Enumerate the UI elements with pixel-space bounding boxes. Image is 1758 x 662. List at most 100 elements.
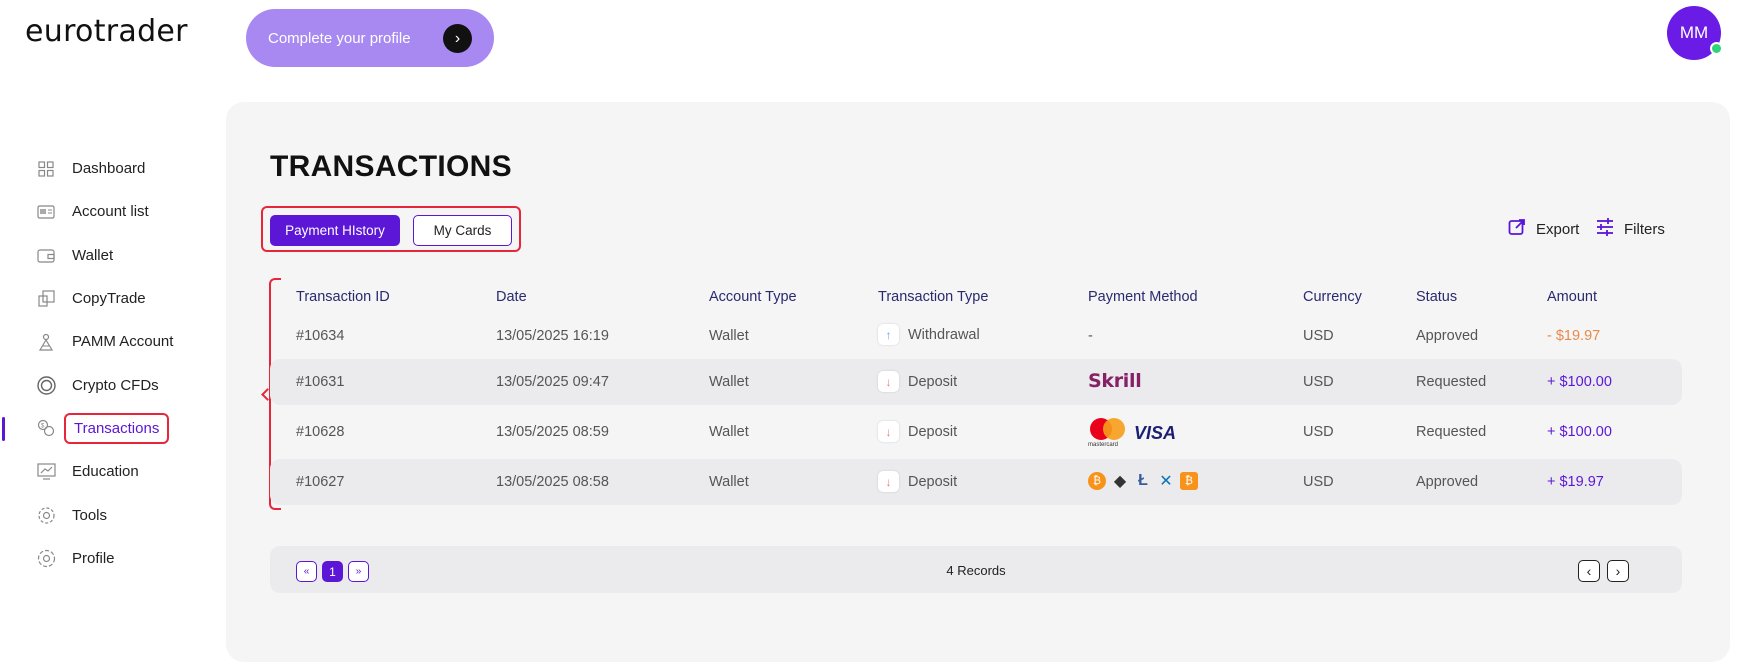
- sidebar-item-label: Education: [72, 463, 139, 481]
- page-title: TRANSACTIONS: [270, 150, 512, 183]
- mastercard-logo: mastercard: [1088, 416, 1128, 450]
- filters-label: Filters: [1624, 221, 1665, 238]
- column-header[interactable]: Amount: [1547, 289, 1597, 305]
- avatar[interactable]: MM: [1667, 6, 1723, 60]
- avatar-initials: MM: [1679, 23, 1709, 42]
- profile-gear-icon: [36, 548, 56, 568]
- cell-amount: + $19.97: [1547, 474, 1604, 490]
- column-header[interactable]: Transaction Type: [878, 289, 988, 305]
- sidebar-item-label: Wallet: [72, 246, 114, 264]
- tab-my-cards[interactable]: My Cards: [413, 215, 512, 246]
- cell-account-type: Wallet: [709, 328, 749, 344]
- cell-transaction-id: #10634: [296, 328, 345, 344]
- bitcoin-icon: ₿: [1088, 472, 1106, 490]
- cell-date: 13/05/2025 16:19: [496, 328, 609, 344]
- arrow-up-icon: ↑: [878, 324, 899, 345]
- prev-page-button[interactable]: ‹: [1578, 560, 1600, 582]
- chevron-right-icon: ›: [443, 24, 472, 53]
- cell-transaction-id: #10627: [296, 474, 345, 490]
- grid-icon: [36, 159, 56, 179]
- filters-icon: [1596, 218, 1614, 241]
- transaction-type-label: Deposit: [908, 473, 958, 490]
- bitcoin-alt-icon: ₿: [1180, 472, 1198, 490]
- sidebar-item-transactions[interactable]: $ Transactions: [0, 407, 210, 450]
- brand-logo[interactable]: eurotrader: [25, 14, 188, 49]
- cell-currency: USD: [1303, 474, 1334, 490]
- cell-currency: USD: [1303, 424, 1334, 440]
- copy-icon: [36, 289, 56, 309]
- pagination-bar: « 1 » 4 Records ‹ ›: [270, 546, 1682, 593]
- records-count: 4 Records: [946, 563, 1006, 578]
- cell-transaction-type: ↓ Deposit: [878, 371, 957, 392]
- cell-transaction-type: ↑ Withdrawal: [878, 324, 980, 345]
- crypto-coin-icon: [36, 375, 56, 395]
- sidebar-item-pamm-account[interactable]: PAMM Account: [0, 320, 210, 363]
- sidebar-item-education[interactable]: Education: [0, 450, 210, 493]
- column-header[interactable]: Status: [1416, 289, 1457, 305]
- arrow-down-icon: ↓: [878, 471, 899, 492]
- complete-profile-label: Complete your profile: [268, 29, 411, 47]
- cell-currency: USD: [1303, 374, 1334, 390]
- sidebar-item-dashboard[interactable]: Dashboard: [0, 147, 210, 190]
- cell-account-type: Wallet: [709, 374, 749, 390]
- sidebar-item-profile[interactable]: Profile: [0, 537, 210, 580]
- column-header[interactable]: Account Type: [709, 289, 797, 305]
- column-header[interactable]: Date: [496, 289, 527, 305]
- cell-amount: + $100.00: [1547, 374, 1612, 390]
- cell-account-type: Wallet: [709, 424, 749, 440]
- transaction-type-label: Withdrawal: [908, 326, 980, 343]
- column-header[interactable]: Payment Method: [1088, 289, 1198, 305]
- litecoin-icon: Ł: [1138, 472, 1148, 489]
- export-button[interactable]: Export: [1508, 218, 1579, 241]
- cell-status: Approved: [1416, 474, 1479, 490]
- tab-payment-history[interactable]: Payment HIstory: [270, 215, 400, 246]
- cell-date: 13/05/2025 08:59: [496, 424, 609, 440]
- ethereum-icon: ◆: [1113, 473, 1127, 490]
- cell-date: 13/05/2025 09:47: [496, 374, 609, 390]
- arrow-down-icon: ↓: [878, 421, 899, 442]
- gear-icon: [36, 505, 56, 525]
- export-label: Export: [1536, 221, 1580, 238]
- account-card-icon: [36, 202, 56, 222]
- cell-currency: USD: [1303, 328, 1334, 344]
- sidebar-item-label: Crypto CFDs: [72, 376, 159, 394]
- cell-amount: - $19.97: [1547, 328, 1601, 344]
- complete-profile-button[interactable]: Complete your profile ›: [246, 9, 494, 67]
- column-header[interactable]: Currency: [1303, 289, 1362, 305]
- export-icon: [1508, 218, 1526, 241]
- cell-payment-method: ₿ ◆ Ł ✕ ₿: [1088, 472, 1198, 490]
- sidebar-nav: Dashboard Account list Wallet CopyTrade …: [0, 147, 210, 580]
- cell-account-type: Wallet: [709, 474, 749, 490]
- cell-transaction-type: ↓ Deposit: [878, 471, 957, 492]
- pamm-icon: [36, 332, 56, 352]
- sidebar-item-label: Transactions: [64, 412, 170, 444]
- cell-amount: + $100.00: [1547, 424, 1612, 440]
- sidebar-item-label: Profile: [72, 549, 115, 567]
- online-status-icon: [1710, 42, 1723, 55]
- cell-status: Requested: [1416, 374, 1487, 390]
- education-icon: [36, 462, 56, 482]
- arrow-down-icon: ↓: [878, 371, 899, 392]
- sidebar-item-account-list[interactable]: Account list: [0, 190, 210, 233]
- sidebar-item-label: Dashboard: [72, 160, 146, 178]
- transaction-type-label: Deposit: [908, 423, 958, 440]
- visa-logo: VISA: [1134, 422, 1177, 443]
- cell-status: Approved: [1416, 328, 1479, 344]
- cell-payment-method: -: [1088, 328, 1093, 344]
- next-page-button[interactable]: ›: [1607, 560, 1629, 582]
- cell-transaction-type: ↓ Deposit: [878, 421, 957, 442]
- sidebar-item-tools[interactable]: Tools: [0, 493, 210, 536]
- transactions-icon: $: [36, 418, 56, 438]
- sidebar-item-copytrade[interactable]: CopyTrade: [0, 277, 210, 320]
- filters-button[interactable]: Filters: [1596, 218, 1665, 241]
- sidebar-item-label: PAMM Account: [72, 333, 174, 351]
- column-header[interactable]: Transaction ID: [296, 289, 390, 305]
- cell-payment-method: mastercard VISA: [1088, 416, 1176, 450]
- transaction-type-label: Deposit: [908, 373, 958, 390]
- sidebar-item-wallet[interactable]: Wallet: [0, 234, 210, 277]
- cell-status: Requested: [1416, 424, 1487, 440]
- sidebar-item-label: CopyTrade: [72, 290, 146, 308]
- cell-date: 13/05/2025 08:58: [496, 474, 609, 490]
- sidebar-item-crypto-cfds[interactable]: Crypto CFDs: [0, 363, 210, 406]
- sidebar-item-label: Account list: [72, 203, 149, 221]
